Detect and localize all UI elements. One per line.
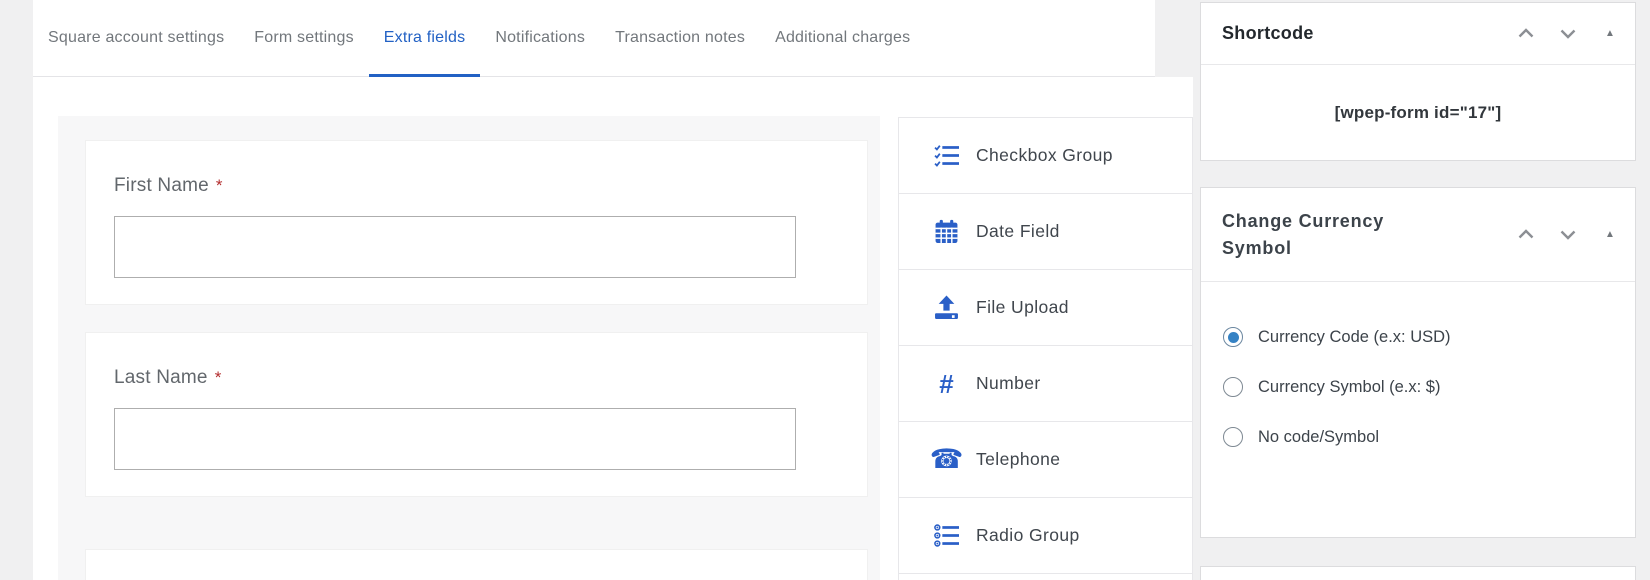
shortcode-panel-header: Shortcode ▲ (1201, 3, 1635, 65)
tab-additional-charges[interactable]: Additional charges (760, 0, 925, 76)
move-down-icon[interactable] (1560, 227, 1576, 243)
field-type-label: Checkbox Group (976, 145, 1113, 165)
toggle-panel-icon[interactable]: ▲ (1602, 26, 1618, 42)
field-type-label: Number (976, 373, 1041, 393)
first-name-input[interactable] (114, 216, 796, 278)
radio-option-no-code-symbol[interactable]: No code/Symbol (1223, 412, 1635, 462)
plugin-settings-page: Square account settings Form settings Ex… (0, 0, 1650, 580)
toggle-panel-icon[interactable]: ▲ (1602, 227, 1618, 243)
radio-circle[interactable] (1223, 377, 1243, 397)
field-type-item-number[interactable]: # Number (899, 346, 1192, 422)
radio-option-currency-code[interactable]: Currency Code (e.x: USD) (1223, 312, 1635, 362)
calendar-icon (933, 218, 960, 245)
last-name-input[interactable] (114, 408, 796, 470)
field-type-item-checkbox-group[interactable]: Checkbox Group (899, 118, 1192, 194)
panel-controls: ▲ (1518, 227, 1618, 243)
form-field-card-partial[interactable] (85, 549, 868, 580)
required-asterisk: * (215, 176, 223, 195)
radio-circle[interactable] (1223, 327, 1243, 347)
field-type-label: Radio Group (976, 525, 1080, 545)
telephone-icon: ☎ (929, 444, 964, 474)
radio-circle[interactable] (1223, 427, 1243, 447)
field-type-item-telephone[interactable]: ☎ Telephone (899, 422, 1192, 498)
field-label: First Name * (114, 175, 223, 196)
field-types-panel: Checkbox Group Date Field File Upload # … (898, 117, 1193, 580)
field-type-label: File Upload (976, 297, 1069, 317)
tab-form-settings[interactable]: Form settings (239, 0, 369, 76)
move-up-icon[interactable] (1518, 227, 1534, 243)
field-label: Last Name * (114, 367, 222, 388)
required-asterisk: * (214, 368, 222, 387)
checkbox-group-icon (933, 142, 960, 169)
field-type-label: Date Field (976, 221, 1060, 241)
form-builder-canvas: First Name * Last Name * (58, 116, 880, 580)
hash-icon: # (939, 368, 954, 399)
field-type-item-radio-group[interactable]: Radio Group (899, 498, 1192, 574)
panel-title: Shortcode (1222, 23, 1314, 43)
radio-option-currency-symbol[interactable]: Currency Symbol (e.x: $) (1223, 362, 1635, 412)
currency-panel: Change Currency Symbol ▲ Currency Code (… (1200, 187, 1636, 538)
form-field-card-last-name[interactable]: Last Name * (85, 332, 868, 497)
radio-group-icon (933, 522, 960, 549)
extra-fields-content: First Name * Last Name * Checkbox Group … (33, 77, 1193, 580)
tab-square-account-settings[interactable]: Square account settings (33, 0, 239, 76)
currency-panel-header: Change Currency Symbol ▲ (1201, 188, 1635, 282)
field-type-label: Telephone (976, 449, 1061, 469)
radio-label: Currency Symbol (e.x: $) (1258, 377, 1441, 396)
tab-extra-fields[interactable]: Extra fields (368, 0, 481, 77)
next-panel-partial (1200, 566, 1636, 580)
panel-controls: ▲ (1518, 26, 1618, 42)
panel-title: Change Currency Symbol (1222, 211, 1385, 258)
shortcode-panel: Shortcode ▲ [wpep-form id="17"] (1200, 2, 1636, 161)
settings-sidebar: Shortcode ▲ [wpep-form id="17"] Change C… (1200, 2, 1636, 580)
tab-transaction-notes[interactable]: Transaction notes (600, 0, 760, 76)
upload-icon (933, 294, 960, 321)
radio-label: No code/Symbol (1258, 427, 1380, 446)
settings-tabbar: Square account settings Form settings Ex… (33, 0, 1155, 77)
move-up-icon[interactable] (1518, 26, 1534, 42)
currency-options: Currency Code (e.x: USD) Currency Symbol… (1201, 282, 1635, 462)
radio-label: Currency Code (e.x: USD) (1258, 327, 1451, 346)
field-type-item-date-field[interactable]: Date Field (899, 194, 1192, 270)
move-down-icon[interactable] (1560, 26, 1576, 42)
form-field-card-first-name[interactable]: First Name * (85, 140, 868, 305)
field-type-item-file-upload[interactable]: File Upload (899, 270, 1192, 346)
tab-notifications[interactable]: Notifications (480, 0, 600, 76)
shortcode-value: [wpep-form id="17"] (1334, 102, 1502, 122)
